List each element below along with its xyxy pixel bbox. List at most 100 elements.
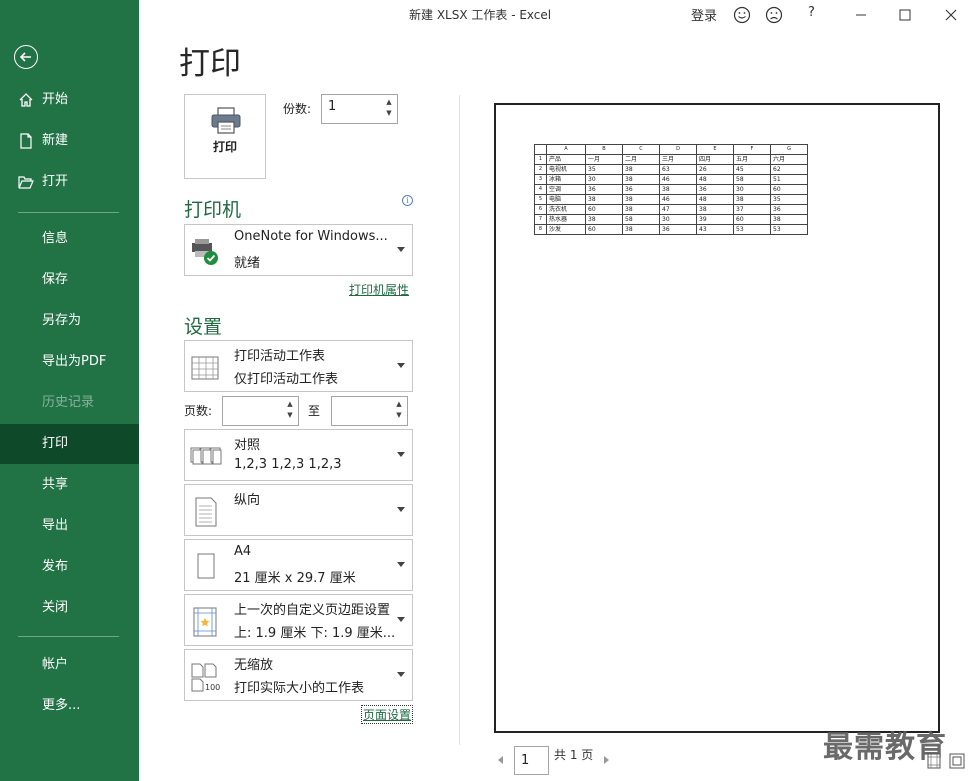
sidebar-item-more[interactable]: 更多... bbox=[0, 686, 139, 726]
table-cell: 热水器 bbox=[546, 214, 586, 225]
row-number: 2 bbox=[534, 164, 547, 175]
sign-in-link[interactable]: 登录 bbox=[691, 5, 717, 24]
maximize-icon[interactable] bbox=[896, 6, 914, 24]
paper-size-icon bbox=[197, 553, 215, 579]
print-scope-dropdown[interactable]: 打印活动工作表 仅打印活动工作表 bbox=[184, 340, 413, 392]
column-header: B bbox=[585, 144, 623, 155]
sidebar-item-open[interactable]: 打开 bbox=[0, 162, 139, 202]
sidebar-item-export[interactable]: 导出 bbox=[0, 506, 139, 546]
table-cell: 36 bbox=[770, 204, 808, 215]
copies-value: 1 bbox=[328, 99, 337, 114]
current-page-input[interactable]: 1 bbox=[514, 746, 549, 775]
stepper-arrows-icon[interactable]: ▲ ▼ bbox=[394, 399, 404, 421]
table-cell: 35 bbox=[770, 194, 808, 205]
print-button[interactable]: 打印 bbox=[184, 94, 266, 179]
orientation-title: 纵向 bbox=[234, 493, 261, 508]
print-scope-desc: 仅打印活动工作表 bbox=[234, 372, 339, 387]
sidebar-item-share[interactable]: 共享 bbox=[0, 465, 139, 505]
orientation-dropdown[interactable]: 纵向 bbox=[184, 484, 413, 536]
chevron-down-icon bbox=[397, 507, 405, 512]
table-cell: 46 bbox=[659, 174, 697, 185]
row-number: 3 bbox=[534, 174, 547, 185]
table-cell: 36 bbox=[622, 184, 660, 195]
backstage-sidebar: 开始 新建 打开 信息 保存 另存为 导出为PDF 历史记录 打印 共享 导出 … bbox=[0, 0, 139, 781]
table-cell: 36 bbox=[659, 224, 697, 235]
printer-dropdown[interactable]: OneNote for Windows... 就绪 bbox=[184, 224, 413, 276]
table-cell: 38 bbox=[622, 204, 660, 215]
row-number: 1 bbox=[534, 154, 547, 165]
sidebar-item-save[interactable]: 保存 bbox=[0, 260, 139, 300]
sidebar-item-save-as[interactable]: 另存为 bbox=[0, 301, 139, 341]
printer-status: 就绪 bbox=[234, 256, 261, 271]
row-number: 4 bbox=[534, 184, 547, 195]
stepper-arrows-icon[interactable]: ▲ ▼ bbox=[384, 97, 394, 119]
table-cell: 冰箱 bbox=[546, 174, 586, 185]
back-arrow-icon[interactable] bbox=[14, 45, 38, 69]
table-cell: 空调 bbox=[546, 184, 586, 195]
column-header: A bbox=[546, 144, 586, 155]
collate-dropdown[interactable]: 对照 1,2,3 1,2,3 1,2,3 bbox=[184, 429, 413, 481]
copies-stepper[interactable]: 1 ▲ ▼ bbox=[321, 94, 398, 124]
sidebar-item-home[interactable]: 开始 bbox=[0, 80, 139, 120]
pages-label: 页数: bbox=[184, 404, 213, 418]
table-cell: 45 bbox=[733, 164, 771, 175]
table-cell: 产品 bbox=[546, 154, 586, 165]
print-button-label: 打印 bbox=[212, 140, 237, 154]
scaling-title: 无缩放 bbox=[234, 658, 274, 673]
page-to-stepper[interactable]: ▲ ▼ bbox=[331, 396, 408, 426]
settings-section-title: 设置 bbox=[184, 316, 223, 338]
minimize-icon[interactable] bbox=[852, 6, 870, 24]
previous-page-icon[interactable] bbox=[498, 756, 503, 764]
table-row: 8 沙发 60 38 36 43 53 53 bbox=[534, 224, 808, 235]
info-icon[interactable]: i bbox=[402, 195, 413, 206]
sidebar-item-info[interactable]: 信息 bbox=[0, 219, 139, 259]
table-cell: 43 bbox=[696, 224, 734, 235]
table-cell: 36 bbox=[696, 184, 734, 195]
table-cell: 38 bbox=[659, 184, 697, 195]
printer-name: OneNote for Windows... bbox=[234, 229, 388, 244]
table-cell: 四月 bbox=[696, 154, 734, 165]
new-document-icon bbox=[20, 133, 32, 149]
next-page-icon[interactable] bbox=[604, 756, 609, 764]
table-cell: 38 bbox=[733, 194, 771, 205]
page-from-stepper[interactable]: ▲ ▼ bbox=[222, 396, 299, 426]
sidebar-divider bbox=[18, 212, 119, 213]
row-number: 5 bbox=[534, 194, 547, 205]
copies-label: 份数: bbox=[283, 102, 312, 116]
table-cell: 三月 bbox=[659, 154, 697, 165]
sidebar-item-close[interactable]: 关闭 bbox=[0, 588, 139, 628]
portrait-page-icon bbox=[195, 497, 217, 527]
table-cell: 60 bbox=[585, 224, 623, 235]
smile-feedback-icon[interactable] bbox=[733, 6, 751, 24]
paper-size-dropdown[interactable]: A4 21 厘米 x 29.7 厘米 bbox=[184, 539, 413, 591]
margins-title: 上一次的自定义页边距设置 bbox=[234, 603, 391, 618]
close-icon[interactable] bbox=[942, 6, 960, 24]
sidebar-item-print[interactable]: 打印 bbox=[0, 424, 139, 464]
table-cell: 38 bbox=[585, 194, 623, 205]
preview-sheet-table: A B C D E F G 1 产品 一月 二月 三月 四月 五月 六月 2 电视机 35 38 63 2… bbox=[534, 144, 808, 235]
sidebar-item-account[interactable]: 帐户 bbox=[0, 645, 139, 685]
printer-section-title: 打印机 bbox=[184, 199, 242, 221]
sidebar-item-export-pdf[interactable]: 导出为PDF bbox=[0, 342, 139, 382]
sidebar-item-publish[interactable]: 发布 bbox=[0, 547, 139, 587]
to-label: 至 bbox=[308, 404, 321, 418]
no-scaling-icon: 100 bbox=[191, 663, 220, 692]
scaling-dropdown[interactable]: 100 无缩放 打印实际大小的工作表 bbox=[184, 649, 413, 701]
table-cell: 六月 bbox=[770, 154, 808, 165]
table-cell: 38 bbox=[585, 214, 623, 225]
column-header: C bbox=[622, 144, 660, 155]
table-cell: 58 bbox=[622, 214, 660, 225]
table-cell: 38 bbox=[622, 174, 660, 185]
margins-dropdown[interactable]: 上一次的自定义页边距设置 上: 1.9 厘米 下: 1.9 厘米... bbox=[184, 594, 413, 646]
page-setup-link[interactable]: 页面设置 bbox=[361, 705, 414, 724]
paper-size-desc: 21 厘米 x 29.7 厘米 bbox=[234, 571, 356, 586]
paper-size-title: A4 bbox=[234, 544, 252, 559]
show-margins-icon[interactable] bbox=[927, 752, 971, 772]
sidebar-item-new[interactable]: 新建 bbox=[0, 121, 139, 161]
column-header: D bbox=[659, 144, 697, 155]
stepper-arrows-icon[interactable]: ▲ ▼ bbox=[285, 399, 295, 421]
frown-feedback-icon[interactable] bbox=[765, 6, 783, 24]
printer-properties-link[interactable]: 打印机属性 bbox=[349, 281, 409, 298]
chevron-down-icon bbox=[397, 617, 405, 622]
help-button[interactable]: ? bbox=[808, 5, 815, 20]
